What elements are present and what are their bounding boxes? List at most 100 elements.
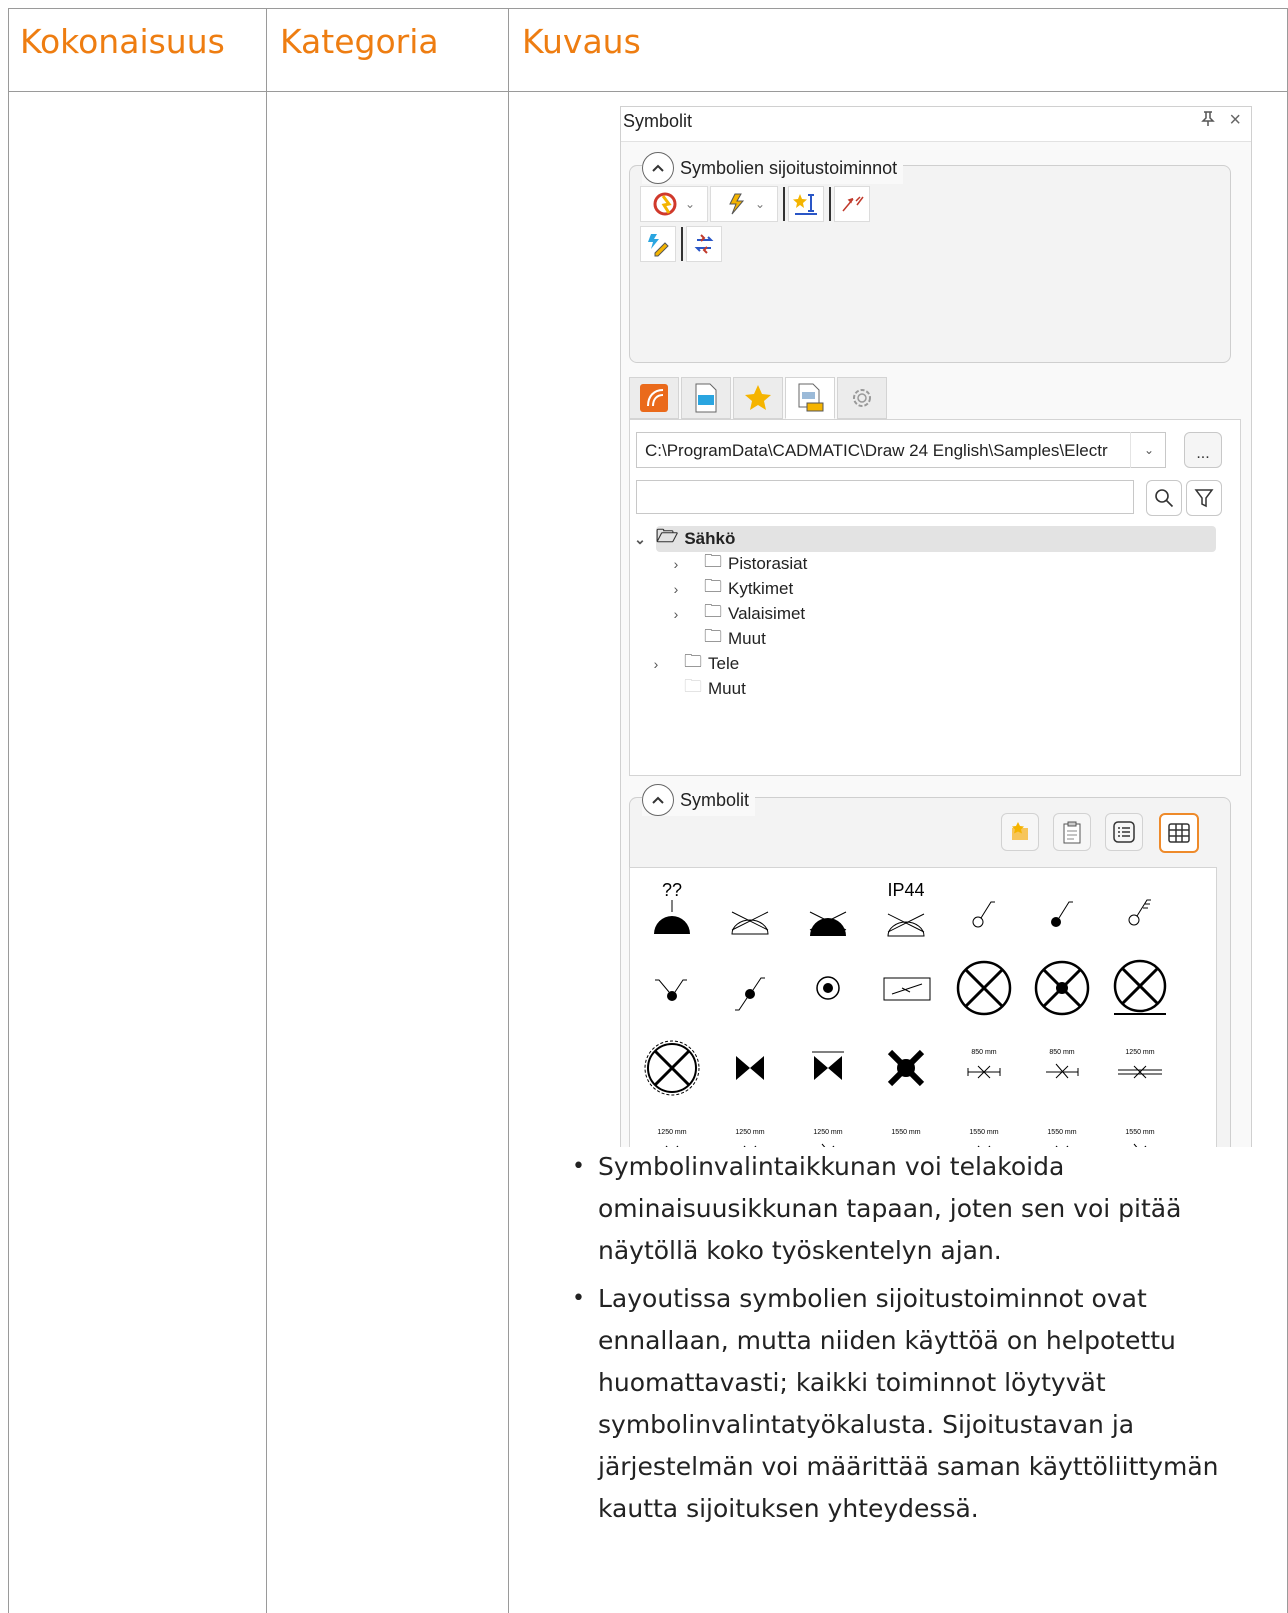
symbol-text: 1550 mm <box>1047 1129 1076 1136</box>
symbol-text: 1250 mm <box>813 1129 842 1136</box>
symbol-tile[interactable] <box>954 958 1014 1018</box>
symbol-tile[interactable]: 1550 mm <box>876 1118 936 1147</box>
measure-1250-icon: 1250 mm <box>657 1129 687 1147</box>
measure-850-icon: 850 mm <box>1046 1049 1079 1079</box>
symbol-text: 1250 mm <box>735 1129 764 1136</box>
collapse-symbols-button[interactable] <box>642 784 674 816</box>
collapse-placement-button[interactable] <box>642 152 674 184</box>
place-symbol-button[interactable]: ⌄ <box>640 186 708 222</box>
folder-icon: 🗀 <box>704 626 722 646</box>
grid-icon <box>1168 823 1190 843</box>
symbol-tile[interactable] <box>954 878 1014 938</box>
list-item: Layoutissa symbolien sijoitustoiminnot o… <box>572 1278 1262 1530</box>
symbol-tile[interactable]: 1550 mm <box>1110 1118 1170 1147</box>
chevron-right-icon[interactable]: › <box>646 656 666 672</box>
symbol-tile[interactable] <box>1032 878 1092 938</box>
table-column-divider <box>266 8 267 1613</box>
placement-functions-group: Symbolien sijoitustoiminnot ⌄ ⌄ <box>629 152 1231 363</box>
symbol-tile[interactable] <box>798 958 858 1018</box>
symbol-tile[interactable]: 1250 mm <box>798 1118 858 1147</box>
light-wall-icon <box>1113 959 1167 1015</box>
filter-icon[interactable] <box>1186 480 1222 516</box>
symbol-tile[interactable] <box>642 958 702 1018</box>
star-folder-icon <box>1012 822 1028 840</box>
folder-open-icon: 🗁 <box>656 526 679 546</box>
symbol-tile[interactable]: 1550 mm <box>1032 1118 1092 1147</box>
symbol-tile[interactable]: IP44 <box>876 878 936 938</box>
symbol-tile[interactable] <box>876 958 936 1018</box>
symbol-tile[interactable] <box>876 1038 936 1098</box>
replace-icon <box>694 234 714 254</box>
measure-1550-icon: 1550 mm <box>1047 1129 1077 1147</box>
local-file-icon <box>798 383 824 412</box>
symbol-tile[interactable]: 850 mm <box>954 1038 1014 1098</box>
symbol-tile[interactable]: 1250 mm <box>1110 1038 1170 1098</box>
tree-node-sahko[interactable]: ⌄ 🗁 Sähkö <box>634 526 1216 552</box>
favorite-symbol-button[interactable] <box>1001 813 1039 851</box>
bowtie-icon <box>812 1051 844 1080</box>
tab-settings[interactable] <box>837 377 887 419</box>
symbol-tile[interactable]: ?? <box>642 878 702 938</box>
grid-view-button[interactable] <box>1159 813 1199 853</box>
tab-favorites[interactable] <box>733 377 783 419</box>
search-icon[interactable] <box>1146 480 1182 516</box>
lamp-filled-icon <box>809 911 847 936</box>
tree-node-pistorasiat[interactable]: › 🗀 Pistorasiat <box>666 551 808 577</box>
search-input[interactable] <box>636 480 1134 514</box>
symbol-tile[interactable]: 1250 mm <box>642 1118 702 1147</box>
pushbutton-icon <box>816 976 840 1000</box>
symbol-text: 1250 mm <box>1125 1049 1154 1056</box>
lamp-ip44-icon: IP44 <box>887 880 925 937</box>
chevron-down-icon[interactable]: ⌄ <box>1130 432 1167 468</box>
symbol-tile[interactable] <box>720 878 780 938</box>
tab-local-library[interactable] <box>785 377 835 419</box>
edit-symbol-button[interactable] <box>640 226 676 262</box>
list-icon <box>1113 821 1135 843</box>
list-view-button[interactable] <box>1105 813 1143 851</box>
chevron-right-icon[interactable]: › <box>666 581 686 597</box>
tab-project-library[interactable] <box>681 377 731 419</box>
clipboard-button[interactable] <box>1053 813 1091 851</box>
switch-outline-icon <box>972 901 995 928</box>
replace-symbol-button[interactable] <box>686 226 722 262</box>
measure-1250-icon: 1250 mm <box>1118 1049 1162 1079</box>
chevron-right-icon[interactable]: › <box>666 606 686 622</box>
symbol-tile[interactable]: 1250 mm <box>720 1118 780 1147</box>
header-kokonaisuus: Kokonaisuus <box>20 22 225 61</box>
place-text-button[interactable] <box>788 186 824 222</box>
list-item: Symbolinvalintaikkunan voi telakoida omi… <box>572 1146 1262 1272</box>
symbol-tile[interactable] <box>1032 958 1092 1018</box>
symbol-tile[interactable] <box>1110 958 1170 1018</box>
switch-two-way-icon <box>655 979 687 1001</box>
chevron-down-icon[interactable]: ⌄ <box>630 531 650 548</box>
tree-node-valaisimet[interactable]: › 🗀 Valaisimet <box>666 601 806 627</box>
clipboard-icon <box>1063 821 1081 844</box>
bowtie-icon <box>736 1056 764 1080</box>
symbol-tile[interactable]: 850 mm <box>1032 1038 1092 1098</box>
library-path-select[interactable]: C:\ProgramData\CADMATIC\Draw 24 English\… <box>636 432 1166 468</box>
close-icon[interactable]: × <box>1229 109 1241 132</box>
library-browser: C:\ProgramData\CADMATIC\Draw 24 English\… <box>629 419 1241 776</box>
light-dashed-icon <box>644 1040 700 1096</box>
symbol-tile[interactable] <box>798 1038 858 1098</box>
symbol-tile[interactable] <box>798 878 858 938</box>
measure-1250-icon: 1250 mm <box>813 1129 843 1147</box>
dimmer-box-icon <box>883 977 931 1001</box>
table-column-divider <box>508 8 509 1613</box>
measure-850-icon: 850 mm <box>967 1049 1001 1079</box>
header-kuvaus: Kuvaus <box>522 22 641 61</box>
place-line-button[interactable] <box>834 186 870 222</box>
symbol-tile[interactable]: 1550 mm <box>954 1118 1014 1147</box>
symbol-tile[interactable] <box>642 1038 702 1098</box>
browse-button[interactable]: ... <box>1184 432 1222 468</box>
tab-cadmatic-library[interactable] <box>629 377 679 419</box>
tree-node-muut-root[interactable]: 🗀 Muut <box>666 676 746 702</box>
star-icon <box>745 385 771 410</box>
symbol-tile[interactable] <box>1110 878 1170 938</box>
chevron-right-icon[interactable]: › <box>666 556 686 572</box>
symbol-tile[interactable] <box>720 1038 780 1098</box>
tree-node-kytkimet[interactable]: › 🗀 Kytkimet <box>666 576 794 602</box>
place-electric-button[interactable]: ⌄ <box>710 186 778 222</box>
pin-icon[interactable] <box>1201 111 1215 132</box>
symbol-tile[interactable] <box>720 958 780 1018</box>
